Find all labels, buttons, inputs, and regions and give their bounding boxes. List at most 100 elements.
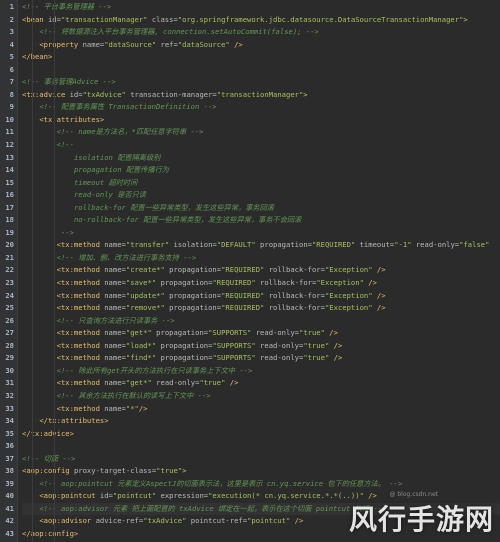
code-line[interactable]: <!-- 只查询方法进行只读事务 --> <box>22 315 500 328</box>
code-token: <!-- aop:advisor 元素 把上面配置的 txAdvice 绑定在一… <box>39 503 387 513</box>
code-line[interactable]: no-rollback-for 配置一些异常类型，发生这些异常，事务不会回滚 <box>22 214 500 227</box>
code-line[interactable]: </bean> <box>22 51 500 64</box>
code-token: "Exception" <box>324 290 373 300</box>
code-line[interactable]: <!-- aop:pointcut 元素定义AspectJ的切面表示法，这里是表… <box>22 478 500 491</box>
code-line[interactable]: </tx:attributes> <box>22 415 500 428</box>
code-token: <tx:method <box>56 378 105 388</box>
code-token: > <box>303 89 308 99</box>
code-line[interactable]: <tx:method name="transfer" isolation="DE… <box>22 239 500 252</box>
line-number: 37 <box>5 453 14 463</box>
code-line[interactable]: isolation 配置隔离级别 <box>22 152 500 165</box>
code-line[interactable] <box>22 64 500 77</box>
code-line[interactable]: <tx:method name="save*" propagation="REQ… <box>22 277 500 290</box>
code-token: "get*" <box>125 328 152 338</box>
code-token: "transactionManager" <box>216 89 304 99</box>
code-line[interactable]: --> <box>22 227 500 240</box>
code-line[interactable]: <property name="dataSource" ref="dataSou… <box>22 39 500 52</box>
code-token: pointcut-ref= <box>186 516 248 526</box>
code-line[interactable]: <aop:config proxy-target-class="true"> <box>22 465 500 478</box>
code-token: isolation= <box>169 240 217 250</box>
code-line[interactable]: <!-- 除此所有get开头的方法执行在只读事务上下文中 --> <box>22 365 500 378</box>
code-line[interactable]: <!-- 配置事务属性 TransactionDefinition --> <box>22 101 500 114</box>
code-token: <!-- 除此所有get开头的方法执行在只读事务上下文中 --> <box>56 365 253 375</box>
code-token: no-rollback-for 配置一些异常类型，发生这些异常，事务不会回滚 <box>73 215 302 225</box>
code-line[interactable]: <!-- 将数据源注入平台事务管理器, connection.setAutoCo… <box>22 26 500 39</box>
code-token: <!-- <box>56 140 74 150</box>
code-line[interactable]: <tx:method name="load*" propagation="SUP… <box>22 340 500 353</box>
code-token: transaction-manager= <box>125 89 217 99</box>
code-line[interactable]: propagation 配置传播行为 <box>22 164 500 177</box>
code-line[interactable]: <!-- 其余方法执行在默认的读写上下文中 --> <box>22 390 500 403</box>
code-line[interactable]: <!-- <box>22 139 500 152</box>
code-token: /> <box>225 378 239 388</box>
line-number: 38 <box>5 466 14 476</box>
code-token: "true" <box>156 466 183 476</box>
code-token: name= <box>104 303 126 313</box>
code-line[interactable]: <!-- 事务管理Advice --> <box>22 76 500 89</box>
code-token: <!-- 将数据源注入平台事务管理器, connection.setAutoCo… <box>39 27 319 37</box>
code-line[interactable]: </tx:advice> <box>22 428 500 441</box>
code-line[interactable]: read-only 是否只读 <box>22 189 500 202</box>
code-token: "pointcut" <box>247 516 291 526</box>
code-line[interactable]: <tx:method name="update*" propagation="R… <box>22 290 500 303</box>
code-token: "*" <box>125 403 139 413</box>
code-line[interactable]: <!-- 切面 --> <box>22 453 500 466</box>
code-line[interactable]: <tx:method name="remove*" propagation="R… <box>22 302 500 315</box>
code-token: "true" <box>199 378 226 388</box>
code-token: "false" <box>459 240 490 250</box>
line-number: 8 <box>9 89 14 99</box>
code-line[interactable]: <!-- 增加、删、改方法进行事务支持 --> <box>22 252 500 265</box>
code-token: "SUPPORTS" <box>208 328 252 338</box>
code-line[interactable]: <!-- name是方法名，*匹配任意字符串 --> <box>22 126 500 139</box>
line-number: 41 <box>5 503 14 513</box>
code-line[interactable]: <tx:method name="get*" propagation="SUPP… <box>22 327 500 340</box>
code-token: id= <box>99 491 113 501</box>
code-token: propagation= <box>255 240 312 250</box>
code-token: ref= <box>156 39 178 49</box>
line-number: 36 <box>5 441 14 451</box>
indent-guide <box>32 0 33 542</box>
code-line[interactable]: <bean id="transactionManager" class="org… <box>22 14 500 27</box>
code-line[interactable]: <tx:advice id="txAdvice" transaction-man… <box>22 89 500 102</box>
line-number: 32 <box>5 390 14 400</box>
code-token: <tx:advice <box>22 89 70 99</box>
code-line[interactable]: <tx:method name="get*" read-only="true" … <box>22 377 500 390</box>
line-number: 4 <box>9 39 14 49</box>
code-line[interactable] <box>22 440 500 453</box>
line-number: 17 <box>5 202 14 212</box>
code-area[interactable]: <!-- 平台事务管理器 --><bean id="transactionMan… <box>18 0 500 542</box>
code-token: /> <box>329 353 343 363</box>
code-line[interactable]: timeout 超时时间 <box>22 177 500 190</box>
code-token: rollback-for= <box>264 290 325 300</box>
code-token: > <box>463 14 468 24</box>
code-line[interactable]: <tx:method name="*"/> <box>22 403 500 416</box>
code-token: "org.springframework.jdbc.datasource.Dat… <box>177 14 464 24</box>
code-line[interactable]: <tx:attributes> <box>22 114 500 127</box>
line-number: 21 <box>5 252 14 262</box>
code-line[interactable]: <!-- 平台事务管理器 --> <box>22 1 500 14</box>
code-line[interactable]: rollback-for 配置一些异常类型，发生这些异常，事务回滚 <box>22 202 500 215</box>
code-token: "load*" <box>125 340 157 350</box>
line-number: 2 <box>9 14 14 24</box>
code-token: "create*" <box>125 265 165 275</box>
code-token: class= <box>147 14 178 24</box>
code-token: <!-- 事务管理Advice --> <box>22 77 116 87</box>
code-line[interactable]: <tx:method name="find*" propagation="SUP… <box>22 352 500 365</box>
code-token: name= <box>82 39 105 49</box>
code-line[interactable]: <tx:method name="create*" propagation="R… <box>22 264 500 277</box>
